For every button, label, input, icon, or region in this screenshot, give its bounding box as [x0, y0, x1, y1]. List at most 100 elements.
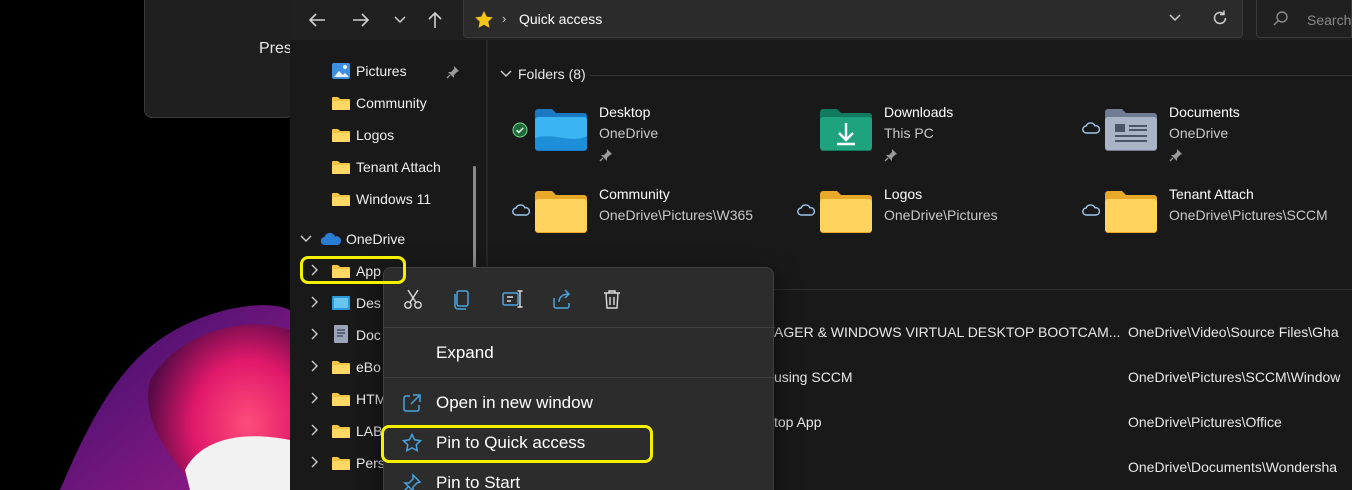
cut-icon[interactable]: [402, 288, 424, 310]
folder-icon: [1105, 191, 1157, 233]
folder-icon: [535, 191, 587, 233]
address-bar[interactable]: › Quick access: [463, 0, 1243, 38]
menu-item-pin-to-start[interactable]: Pin to Start: [384, 465, 773, 490]
nav-item-label: OneDrive: [346, 231, 406, 247]
section-divider: [590, 75, 1352, 76]
menu-separator: [384, 327, 775, 328]
pictures-icon: [332, 63, 350, 79]
cloud-icon: [512, 204, 530, 216]
back-button[interactable]: [303, 8, 331, 32]
nav-item-label: eBo: [356, 359, 381, 375]
recent-file-name[interactable]: top App: [774, 414, 822, 444]
share-icon[interactable]: [551, 288, 573, 310]
copy-icon[interactable]: [451, 288, 473, 310]
folder-icon: [332, 193, 350, 206]
chevron-right-icon[interactable]: [310, 328, 318, 340]
chevron-right-icon[interactable]: [310, 424, 318, 436]
folder-icon: [820, 191, 872, 233]
recent-locations-button[interactable]: [386, 8, 414, 32]
folder-location: OneDrive: [599, 125, 659, 141]
menu-item-open-new-window[interactable]: Open in new window: [384, 385, 773, 421]
forward-button[interactable]: [347, 8, 375, 32]
menu-item-label: Expand: [436, 343, 494, 362]
refresh-icon[interactable]: [1211, 9, 1229, 27]
nav-item-label: Doc: [356, 327, 381, 343]
documents-folder-icon: [1105, 109, 1157, 151]
nav-item-label: LAB: [356, 423, 383, 439]
nav-item-onedrive[interactable]: OneDrive: [290, 224, 480, 254]
downloads-folder-icon: [820, 109, 872, 151]
folder-tile-downloads[interactable]: Downloads This PC: [771, 104, 1056, 168]
nav-item-windows-11[interactable]: Windows 11: [290, 184, 480, 214]
arrow-left-icon: [308, 13, 325, 27]
pin-icon: [403, 473, 422, 490]
desktop-folder-icon: [332, 296, 350, 310]
nav-item-pictures[interactable]: Pictures: [290, 56, 480, 86]
recent-file-path: OneDrive\Documents\Wondersha: [1128, 459, 1338, 475]
folder-tile-documents[interactable]: Documents OneDrive: [1056, 104, 1341, 168]
breadcrumb-separator: ›: [502, 11, 507, 26]
onedrive-cloud-icon: [320, 232, 342, 246]
folder-location: OneDrive\Pictures\SCCM: [1169, 207, 1328, 223]
chevron-down-icon: [500, 70, 512, 77]
search-box[interactable]: Search: [1256, 0, 1352, 38]
nav-item-label: Des: [356, 295, 381, 311]
folder-name: Community: [599, 186, 670, 202]
breadcrumb-quick-access[interactable]: Quick access: [519, 11, 602, 27]
nav-item-label: Tenant Attach: [356, 159, 441, 175]
pin-icon: [599, 149, 612, 162]
folders-section-title: Folders (8): [518, 66, 586, 82]
menu-item-expand[interactable]: Expand: [384, 335, 773, 371]
toolbar: › Quick access Search: [290, 0, 1352, 40]
up-button[interactable]: [421, 8, 449, 32]
menu-item-label: Pin to Start: [436, 473, 521, 490]
folder-icon: [332, 393, 350, 406]
highlight-app-folder: [300, 256, 406, 284]
nav-item-community[interactable]: Community: [290, 88, 480, 118]
folder-icon: [332, 361, 350, 374]
cloud-icon: [1082, 204, 1100, 216]
menu-item-label: Open in new window: [436, 393, 593, 412]
arrow-up-icon: [428, 11, 442, 28]
pin-icon: [1169, 149, 1182, 162]
chevron-right-icon[interactable]: [310, 456, 318, 468]
folder-icon: [332, 425, 350, 438]
recent-file-name[interactable]: AGER & WINDOWS VIRTUAL DESKTOP BOOTCAM..…: [774, 324, 1120, 354]
rename-icon[interactable]: [501, 288, 523, 310]
nav-item-label: Community: [356, 95, 427, 111]
star-icon: [475, 11, 493, 28]
nav-item-label: Windows 11: [356, 191, 432, 207]
chevron-right-icon[interactable]: [310, 296, 318, 308]
synced-check-icon: [512, 122, 528, 138]
cloud-icon: [1082, 122, 1100, 134]
pin-icon: [446, 66, 459, 79]
folder-tile-community[interactable]: Community OneDrive\Pictures\W365: [486, 186, 771, 250]
documents-icon: [334, 325, 348, 343]
nav-item-tenant-attach[interactable]: Tenant Attach: [290, 152, 480, 182]
delete-icon[interactable]: [601, 288, 623, 310]
chevron-down-icon[interactable]: [300, 234, 312, 244]
folder-name: Logos: [884, 186, 923, 202]
folder-tile-logos[interactable]: Logos OneDrive\Pictures: [771, 186, 1056, 250]
cloud-icon: [797, 204, 815, 216]
chevron-right-icon[interactable]: [310, 360, 318, 372]
folder-name: Tenant Attach: [1169, 186, 1254, 202]
desktop-background: Pres: [0, 0, 290, 490]
recent-file-path: OneDrive\Video\Source Files\Gha: [1128, 324, 1339, 340]
address-dropdown-icon[interactable]: [1167, 10, 1183, 26]
chevron-right-icon[interactable]: [310, 392, 318, 404]
folder-location: OneDrive\Pictures\W365: [599, 207, 754, 223]
desktop-folder-icon: [535, 109, 587, 151]
recent-file-name[interactable]: using SCCM: [774, 369, 853, 399]
nav-item-logos[interactable]: Logos: [290, 120, 480, 150]
pin-icon: [884, 149, 897, 162]
recent-file-path: OneDrive\Pictures\Office: [1128, 414, 1282, 430]
folder-tile-tenant-attach[interactable]: Tenant Attach OneDrive\Pictures\SCCM: [1056, 186, 1341, 250]
folder-location: OneDrive: [1169, 125, 1229, 141]
recent-file-path: OneDrive\Pictures\SCCM\Window: [1128, 369, 1341, 385]
menu-separator: [384, 377, 775, 378]
open-new-window-icon: [403, 394, 421, 412]
search-icon: [1273, 11, 1288, 26]
folder-tile-desktop[interactable]: Desktop OneDrive: [486, 104, 771, 168]
nav-item-label: Pictures: [356, 63, 407, 79]
